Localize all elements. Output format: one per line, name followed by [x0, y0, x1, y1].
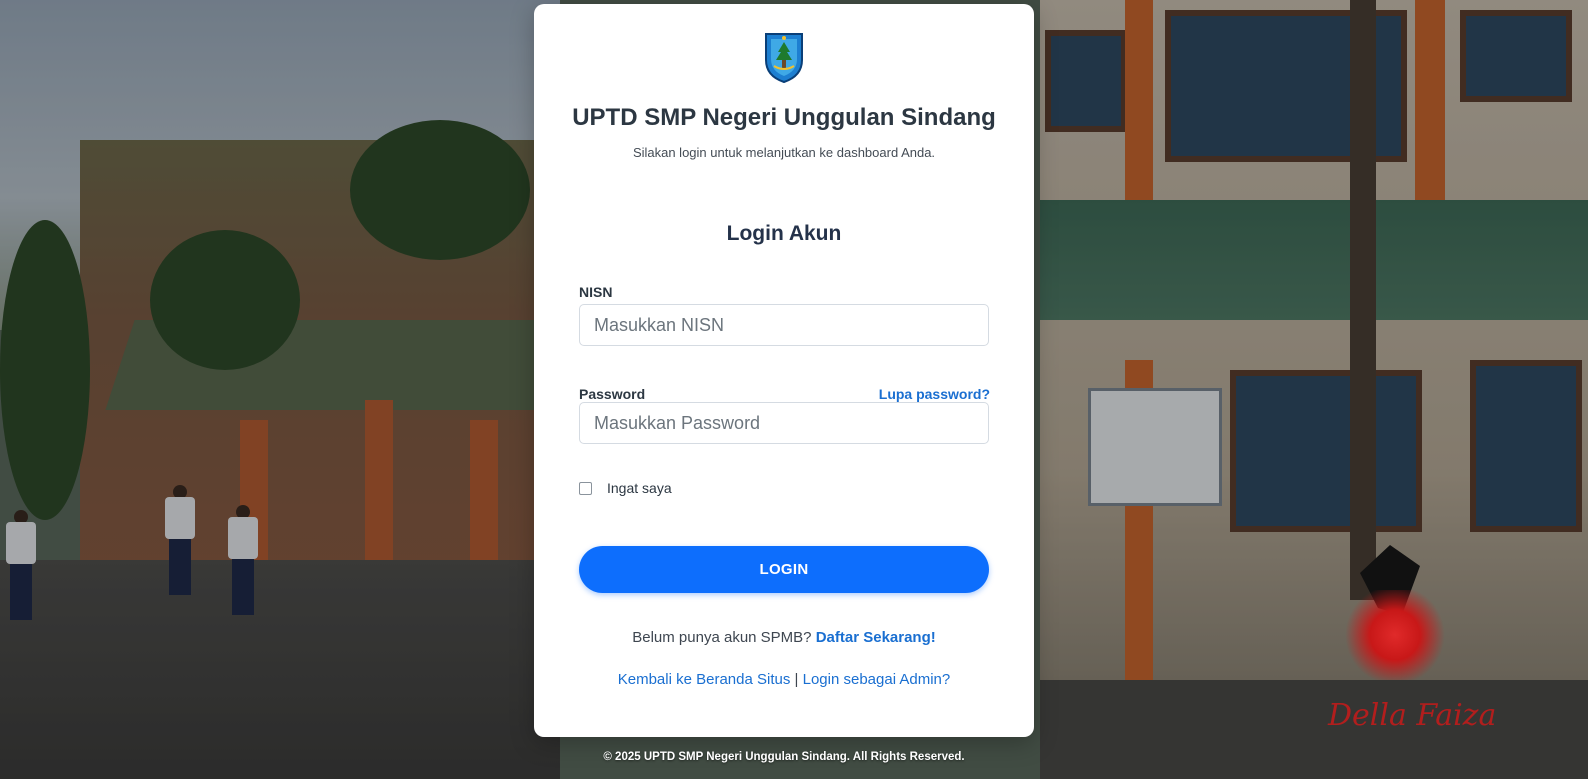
password-input[interactable] — [579, 402, 989, 444]
forgot-password-link[interactable]: Lupa password? — [879, 386, 990, 402]
form-title: Login Akun — [726, 222, 842, 245]
link-separator: | — [794, 671, 799, 688]
remember-me-checkbox[interactable] — [579, 481, 592, 495]
nisn-label: NISN — [579, 284, 613, 300]
login-button[interactable]: LOGIN — [579, 546, 989, 593]
flower-decoration-icon — [1340, 590, 1450, 680]
login-instruction-text: Silakan login untuk melanjutkan ke dashb… — [632, 145, 936, 160]
nisn-input[interactable] — [579, 304, 989, 346]
footer-copyright: © 2025 UPTD SMP Negeri Unggulan Sindang.… — [603, 751, 965, 763]
admin-login-link[interactable]: Login sebagai Admin? — [803, 671, 951, 688]
password-label: Password — [579, 386, 646, 402]
remember-me-label[interactable]: Ingat saya — [607, 480, 672, 496]
register-link[interactable]: Daftar Sekarang! — [816, 629, 936, 646]
secondary-links: Kembali ke Beranda Situs | Login sebagai… — [534, 671, 1034, 688]
register-prompt-text: Belum punya akun SPMB? — [632, 629, 812, 646]
watermark-signature: Della Faiza — [1328, 698, 1497, 733]
back-to-home-link[interactable]: Kembali ke Beranda Situs — [618, 671, 791, 688]
school-crest-icon — [765, 33, 803, 84]
login-card: UPTD SMP Negeri Unggulan Sindang Silakan… — [534, 4, 1034, 737]
register-prompt: Belum punya akun SPMB? Daftar Sekarang! — [534, 629, 1034, 646]
remember-me-row[interactable]: Ingat saya — [579, 480, 672, 496]
school-name-title: UPTD SMP Negeri Unggulan Sindang — [572, 104, 996, 131]
